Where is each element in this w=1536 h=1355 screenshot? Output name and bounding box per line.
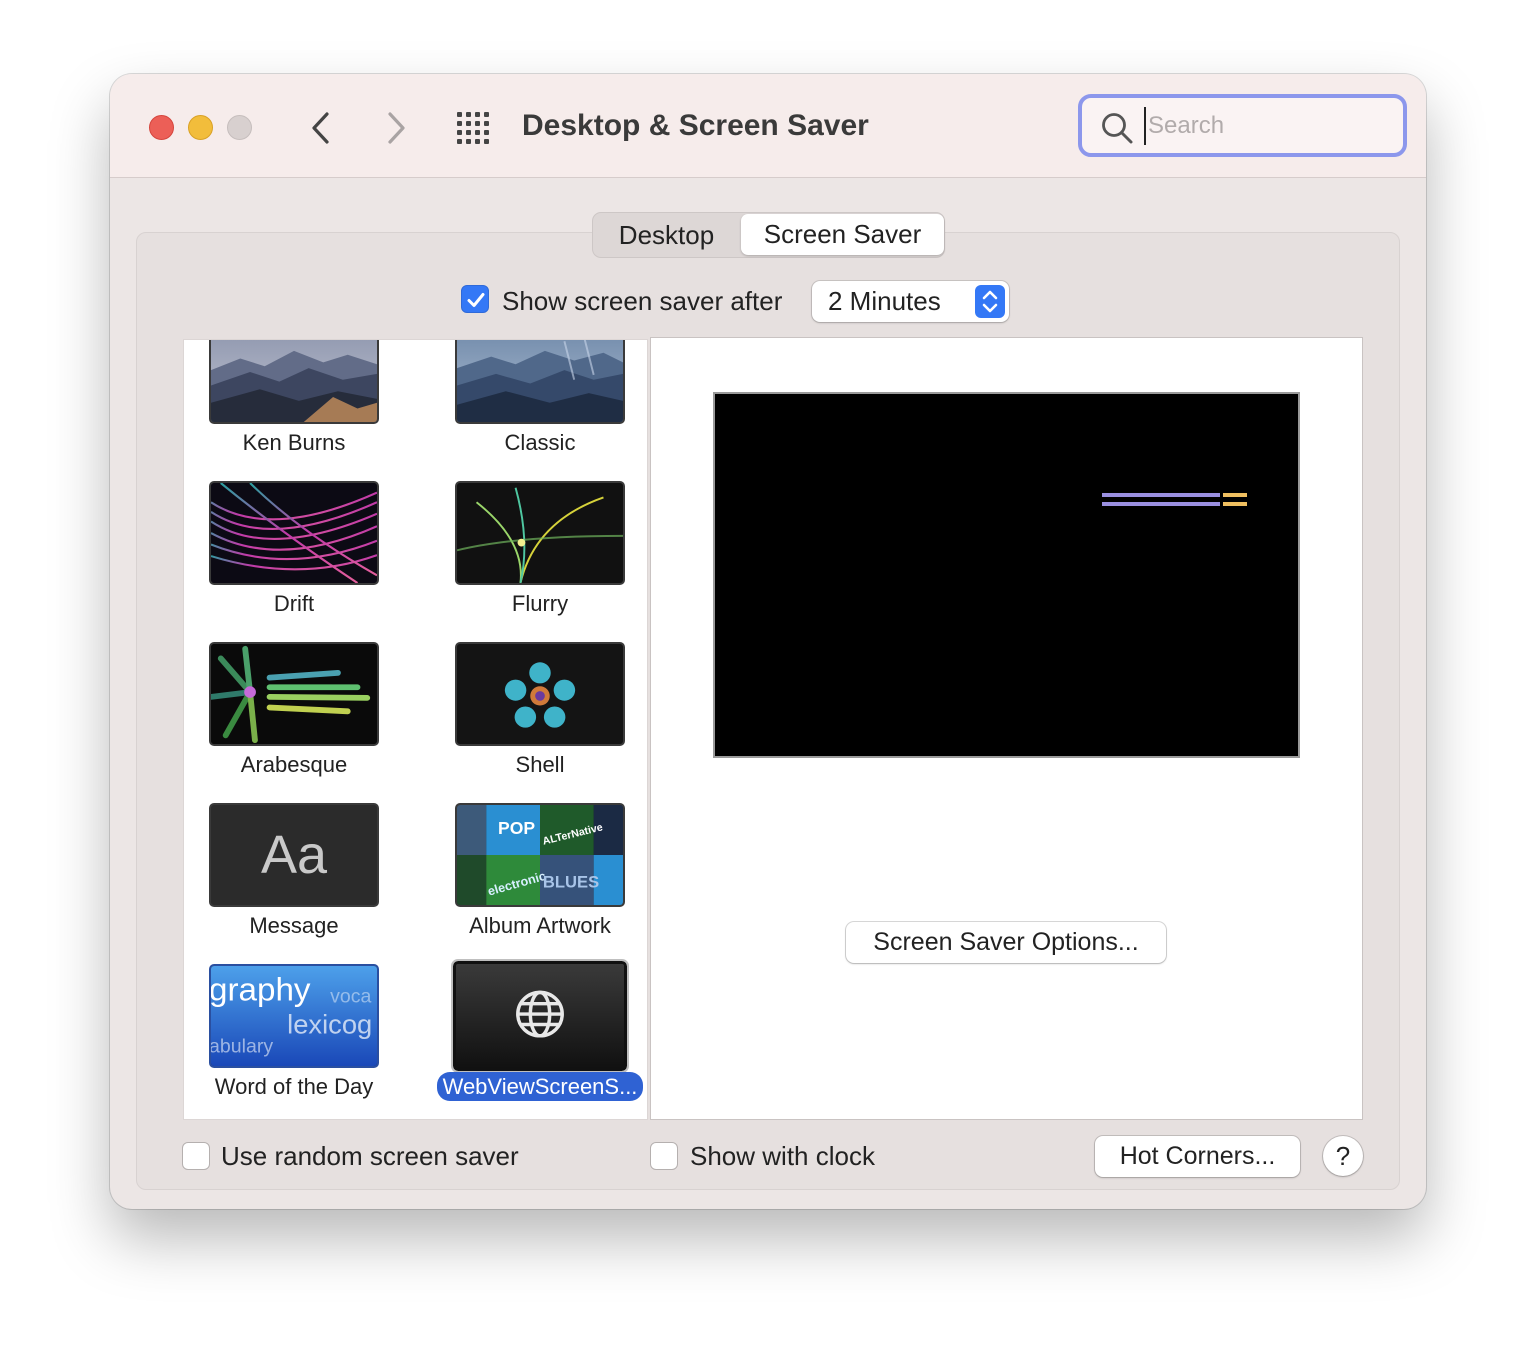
screen-saver-list[interactable]: Ken Burns Classic Drift Flurry Arabesque… — [183, 339, 648, 1120]
list-item-label: Word of the Day — [214, 1074, 374, 1099]
zoom-window-button[interactable] — [227, 115, 252, 140]
grid-icon — [457, 112, 489, 144]
list-item-webview-screen-saver[interactable]: WebViewScreenS... — [430, 959, 644, 1119]
preferences-window: Desktop & Screen Saver Desktop Screen Sa… — [110, 74, 1426, 1209]
wod-text-lexicog: lexicog — [287, 1009, 372, 1040]
message-thumbnail: Aa — [209, 803, 379, 907]
help-button[interactable]: ? — [1323, 1136, 1363, 1176]
screen-saver-options-button[interactable]: Screen Saver Options... — [846, 922, 1166, 963]
minimize-window-button[interactable] — [188, 115, 213, 140]
list-item-label: Flurry — [511, 591, 569, 616]
selected-label-text: WebViewScreenS... — [436, 1072, 644, 1101]
random-screen-saver-checkbox[interactable] — [182, 1142, 210, 1170]
title-bar: Desktop & Screen Saver — [110, 74, 1426, 178]
list-item-label: Classic — [504, 430, 576, 455]
list-item-album-artwork[interactable]: POP ALTerNative electronic BLUES Album A… — [430, 803, 630, 963]
close-window-button[interactable] — [149, 115, 174, 140]
album-artwork-thumbnail: POP ALTerNative electronic BLUES — [455, 803, 625, 907]
word-of-the-day-thumbnail: graphy voca lexicog abulary — [209, 964, 379, 1068]
window-title: Desktop & Screen Saver — [522, 109, 869, 142]
tab-screen-saver[interactable]: Screen Saver — [741, 214, 944, 255]
search-input[interactable] — [1144, 107, 1384, 145]
idle-time-value: 2 Minutes — [828, 286, 941, 316]
tab-desktop[interactable]: Desktop — [593, 213, 740, 257]
list-item-shell[interactable]: Shell — [430, 642, 630, 802]
mountains-thumbnail — [209, 340, 379, 424]
list-item-flurry[interactable]: Flurry — [430, 481, 630, 641]
preview-screen — [713, 392, 1300, 758]
show-screen-saver-checkbox[interactable] — [461, 285, 489, 313]
chevron-right-icon — [388, 112, 405, 144]
list-item-label: Album Artwork — [469, 913, 611, 938]
flurry-thumbnail — [455, 481, 625, 585]
search-field[interactable] — [1078, 94, 1407, 157]
message-thumbnail-text: Aa — [260, 825, 328, 885]
idle-time-popup[interactable]: 2 Minutes — [812, 281, 1009, 322]
list-item-label: Drift — [273, 591, 315, 616]
back-button[interactable] — [302, 108, 342, 148]
list-item-arabesque[interactable]: Arabesque — [184, 642, 384, 802]
drift-thumbnail — [209, 481, 379, 585]
list-item-drift[interactable]: Drift — [184, 481, 384, 641]
wod-text-graphy: graphy — [211, 971, 311, 1008]
wod-text-voca: voca — [330, 986, 371, 1008]
show-screen-saver-label: Show screen saver after — [502, 286, 783, 316]
forward-button[interactable] — [375, 108, 415, 148]
show-with-clock-label: Show with clock — [690, 1141, 875, 1171]
album-text-pop: POP — [498, 818, 535, 838]
arabesque-thumbnail — [209, 642, 379, 746]
tab-bar: Desktop Screen Saver — [592, 212, 945, 258]
chevron-left-icon — [312, 112, 329, 144]
album-text-blues: BLUES — [543, 874, 599, 892]
show-with-clock-checkbox[interactable] — [650, 1142, 678, 1170]
list-item-ken-burns[interactable]: Ken Burns — [184, 340, 384, 480]
preview-graphic — [1102, 493, 1247, 506]
mountains-thumbnail — [455, 340, 625, 424]
preview-pane: Screen Saver Options... — [650, 337, 1363, 1120]
wod-text-abulary: abulary — [211, 1036, 273, 1058]
popup-arrows-icon — [975, 285, 1005, 318]
list-item-label: Arabesque — [240, 752, 348, 777]
search-icon — [1102, 113, 1133, 144]
checkmark-icon — [467, 293, 485, 307]
list-item-label: Ken Burns — [242, 430, 346, 455]
list-item-classic[interactable]: Classic — [430, 340, 630, 480]
webview-thumbnail — [451, 959, 629, 1073]
list-item-label: Message — [249, 913, 339, 938]
shell-thumbnail — [455, 642, 625, 746]
random-screen-saver-label: Use random screen saver — [221, 1141, 519, 1171]
list-item-label: Shell — [515, 752, 565, 777]
show-all-button[interactable] — [453, 110, 497, 146]
list-item-message[interactable]: Aa Message — [184, 803, 384, 963]
list-item-word-of-the-day[interactable]: graphy voca lexicog abulary Word of the … — [184, 964, 384, 1119]
hot-corners-button[interactable]: Hot Corners... — [1095, 1136, 1300, 1177]
list-item-label-selected: WebViewScreenS... — [430, 1072, 647, 1101]
